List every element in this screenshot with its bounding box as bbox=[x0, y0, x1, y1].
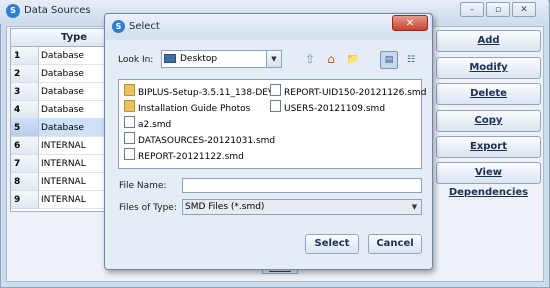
row-number[interactable]: 5 bbox=[11, 119, 39, 137]
file-icon bbox=[124, 132, 135, 144]
file-name-label: File Name: bbox=[119, 181, 167, 191]
list-item[interactable]: REPORT-20121122.smd bbox=[124, 148, 244, 162]
home-icon[interactable]: ⌂ bbox=[323, 52, 339, 67]
new-folder-icon[interactable]: 📁 bbox=[345, 52, 361, 67]
table-row-type[interactable]: Database bbox=[39, 83, 109, 101]
table-row-type[interactable]: Database bbox=[39, 65, 109, 83]
dialog-close-button[interactable]: ✕ bbox=[392, 15, 428, 31]
dialog-title: Select bbox=[129, 21, 160, 32]
app-icon: S bbox=[6, 4, 20, 18]
dialog-app-icon: S bbox=[112, 20, 125, 33]
view-dependencies-button[interactable]: View Dependencies bbox=[436, 162, 541, 198]
row-number[interactable]: 7 bbox=[11, 155, 39, 173]
select-button[interactable]: Select bbox=[305, 234, 359, 254]
file-name-input[interactable] bbox=[182, 178, 422, 193]
row-number[interactable]: 2 bbox=[11, 65, 39, 83]
table-row-type[interactable]: Database bbox=[39, 47, 109, 65]
file-name: REPORT-20121122.smd bbox=[138, 152, 244, 162]
type-column-header[interactable]: Type bbox=[39, 29, 109, 47]
file-name: DATASOURCES-20121031.smd bbox=[138, 136, 276, 146]
minimize-button[interactable]: – bbox=[460, 2, 484, 17]
add-button[interactable]: Add bbox=[436, 30, 541, 52]
file-name: USERS-20121109.smd bbox=[284, 104, 386, 114]
window-title: Data Sources bbox=[24, 5, 91, 16]
modify-button[interactable]: Modify bbox=[436, 57, 541, 79]
file-icon bbox=[124, 116, 135, 128]
copy-button[interactable]: Copy bbox=[436, 110, 541, 132]
delete-button[interactable]: Delete bbox=[436, 83, 541, 105]
list-item[interactable]: BIPLUS-Setup-3.5.11_138-DEV bbox=[124, 84, 274, 98]
look-in-value: Desktop bbox=[180, 54, 218, 64]
table-row-type[interactable]: INTERNAL bbox=[39, 155, 109, 173]
table-row-type[interactable]: INTERNAL bbox=[39, 173, 109, 191]
table-row-type[interactable]: Database bbox=[39, 119, 109, 137]
up-folder-icon[interactable]: ⇧ bbox=[302, 52, 318, 67]
window-close-button[interactable]: ✕ bbox=[512, 2, 536, 17]
row-number-header bbox=[11, 29, 39, 47]
data-sources-table[interactable]: Type 1 Database 2 Database 3 Database 4 Databas… bbox=[10, 28, 110, 212]
list-item[interactable]: a2.smd bbox=[124, 116, 171, 130]
folder-icon bbox=[124, 100, 135, 112]
row-number[interactable]: 1 bbox=[11, 47, 39, 65]
restore-button[interactable]: ▫ bbox=[486, 2, 510, 17]
chevron-down-icon[interactable]: ▼ bbox=[266, 51, 281, 67]
table-row-type[interactable]: Database bbox=[39, 101, 109, 119]
row-number[interactable]: 4 bbox=[11, 101, 39, 119]
file-name: Installation Guide Photos bbox=[138, 104, 251, 114]
list-item[interactable]: Installation Guide Photos bbox=[124, 100, 250, 114]
list-item[interactable]: USERS-20121109.smd bbox=[270, 100, 385, 114]
folder-icon bbox=[124, 84, 135, 96]
list-view-icon[interactable]: ▤ bbox=[380, 51, 398, 69]
table-row-type[interactable]: INTERNAL bbox=[39, 191, 109, 209]
file-name: a2.smd bbox=[138, 120, 172, 130]
row-number[interactable]: 8 bbox=[11, 173, 39, 191]
row-number[interactable]: 9 bbox=[11, 191, 39, 209]
files-of-type-select[interactable]: SMD Files (*.smd) bbox=[182, 199, 422, 215]
file-list[interactable]: BIPLUS-Setup-3.5.11_138-DEV Installation … bbox=[118, 79, 426, 169]
file-icon bbox=[270, 100, 281, 112]
desktop-icon bbox=[164, 54, 176, 63]
row-number[interactable]: 6 bbox=[11, 137, 39, 155]
chevron-down-icon[interactable]: ▼ bbox=[408, 200, 421, 214]
export-button[interactable]: Export bbox=[436, 136, 541, 158]
look-in-label: Look In: bbox=[118, 55, 154, 65]
file-icon bbox=[124, 148, 135, 160]
files-of-type-label: Files of Type: bbox=[119, 203, 177, 213]
list-item[interactable]: REPORT-UID150-20121126.smd bbox=[270, 84, 426, 98]
cancel-button[interactable]: Cancel bbox=[368, 234, 422, 254]
details-view-icon[interactable]: ☷ bbox=[402, 51, 420, 69]
row-number[interactable]: 3 bbox=[11, 83, 39, 101]
file-icon bbox=[270, 84, 281, 96]
table-row-type[interactable]: INTERNAL bbox=[39, 137, 109, 155]
file-name: BIPLUS-Setup-3.5.11_138-DEV bbox=[138, 88, 275, 98]
list-item[interactable]: DATASOURCES-20121031.smd bbox=[124, 132, 275, 146]
file-name: REPORT-UID150-20121126.smd bbox=[284, 88, 427, 98]
